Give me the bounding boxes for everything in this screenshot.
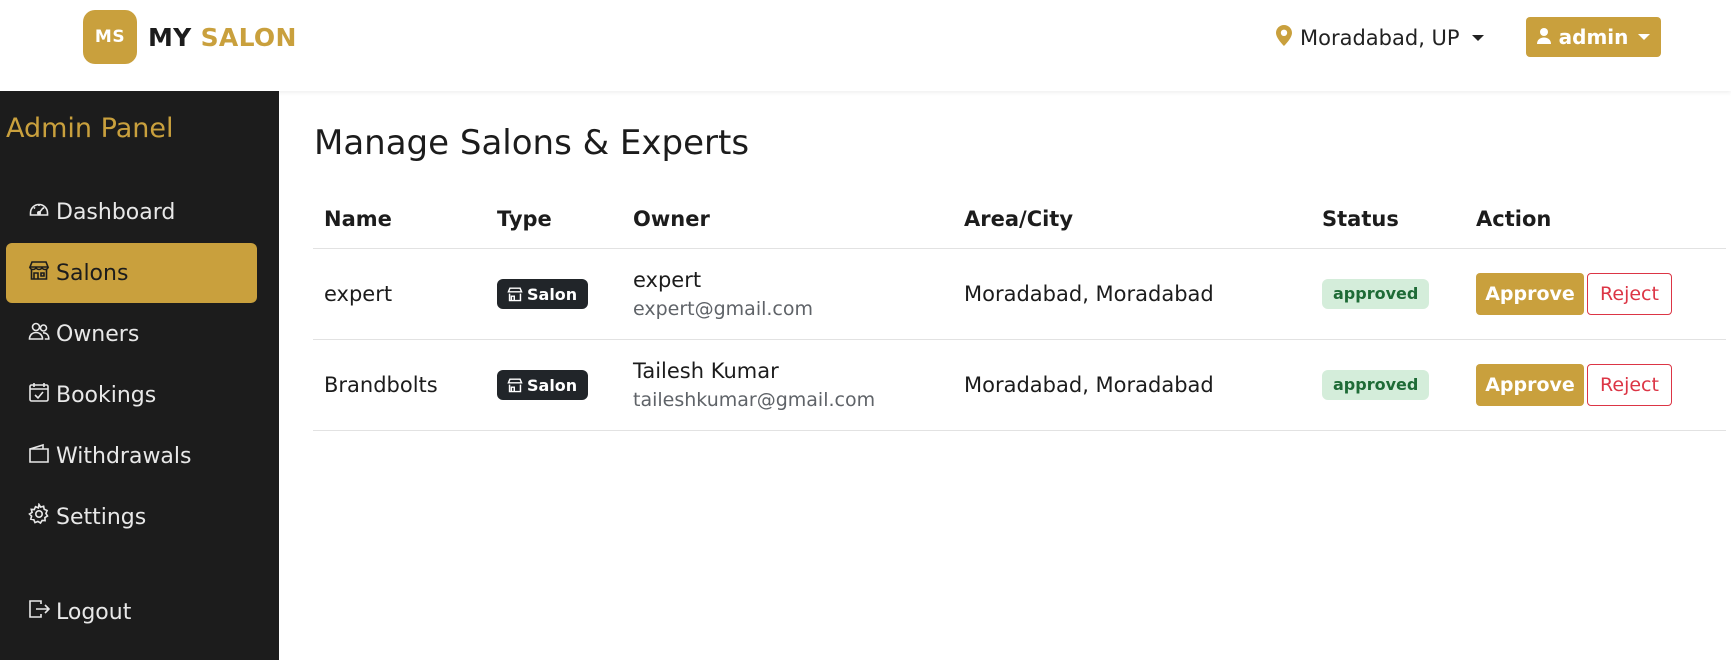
owner-cell: expert expert@gmail.com	[633, 268, 813, 320]
sidebar-item-label: Salons	[56, 260, 129, 286]
sidebar-item-logout[interactable]: Logout	[6, 582, 257, 642]
owner-email: expert@gmail.com	[633, 298, 813, 320]
reject-button[interactable]: Reject	[1587, 273, 1672, 315]
sidebar-item-label: Logout	[56, 599, 132, 625]
chevron-down-icon	[1638, 34, 1651, 40]
column-header: Type	[497, 207, 552, 231]
sidebar-item-label: Withdrawals	[56, 443, 192, 469]
approve-button[interactable]: Approve	[1476, 273, 1584, 315]
user-menu-button[interactable]: admin	[1526, 17, 1661, 57]
area-city: Moradabad, Moradabad	[964, 282, 1214, 306]
type-badge: Salon	[497, 279, 589, 309]
brand-name-part2: SALON	[200, 22, 297, 52]
salon-name: expert	[324, 282, 393, 306]
type-label: Salon	[527, 284, 578, 304]
approve-button[interactable]: Approve	[1476, 364, 1584, 406]
action-cell: Approve Reject	[1476, 273, 1672, 315]
sidebar-item-label: Settings	[56, 504, 147, 530]
sidebar-item-salons[interactable]: Salons	[6, 243, 257, 303]
area-city: Moradabad, Moradabad	[964, 373, 1214, 397]
main-content: Manage Salons & Experts Name Type Owner …	[279, 91, 1731, 660]
sidebar-item-label: Dashboard	[56, 199, 176, 225]
column-header: Status	[1322, 207, 1399, 231]
gear-icon	[28, 502, 56, 531]
owner-email: taileshkumar@gmail.com	[633, 389, 876, 411]
speedometer-icon	[28, 198, 56, 226]
brand-name-part1: MY	[148, 22, 192, 52]
wallet-icon	[28, 442, 56, 470]
brand-logo: MS	[83, 10, 137, 64]
salon-name: Brandbolts	[324, 373, 438, 397]
column-header: Action	[1476, 207, 1552, 231]
salons-table: Name Type Owner Area/City Status Action …	[313, 204, 1726, 431]
type-cell: Salon	[497, 279, 589, 309]
map-pin-icon	[1276, 25, 1300, 51]
people-icon	[28, 320, 56, 348]
sidebar-item-owners[interactable]: Owners	[6, 304, 257, 364]
column-header: Owner	[633, 207, 710, 231]
owner-cell: Tailesh Kumar taileshkumar@gmail.com	[633, 359, 875, 411]
type-cell: Salon	[497, 370, 589, 400]
chevron-down-icon	[1471, 35, 1484, 41]
owner-name: expert	[633, 268, 702, 292]
status-badge: approved	[1322, 370, 1430, 400]
calendar-check-icon	[28, 381, 56, 409]
location-dropdown[interactable]: Moradabad, UP	[1276, 22, 1484, 54]
sidebar-item-settings[interactable]: Settings	[6, 487, 257, 547]
type-label: Salon	[527, 375, 578, 395]
logout-icon	[28, 598, 56, 626]
sidebar-item-dashboard[interactable]: Dashboard	[6, 182, 257, 242]
sidebar: Admin Panel Dashboard Salons Owners Book…	[0, 91, 279, 660]
user-menu-label: admin	[1558, 25, 1629, 49]
reject-button[interactable]: Reject	[1587, 364, 1672, 406]
brand-name: MY SALON	[148, 23, 297, 52]
sidebar-item-withdrawals[interactable]: Withdrawals	[6, 426, 257, 486]
sidebar-item-bookings[interactable]: Bookings	[6, 365, 257, 425]
type-badge: Salon	[497, 370, 589, 400]
shop-icon	[507, 378, 523, 393]
sidebar-item-label: Owners	[56, 321, 140, 347]
status-badge: approved	[1322, 279, 1430, 309]
shop-icon	[507, 287, 523, 302]
owner-name: Tailesh Kumar	[633, 359, 779, 383]
column-header: Name	[324, 207, 392, 231]
table-header: Name Type Owner Area/City Status Action	[313, 204, 1726, 249]
sidebar-item-label: Bookings	[56, 382, 157, 408]
top-navbar: MS MY SALON Moradabad, UP admin	[0, 0, 1731, 91]
table-row: Brandbolts Salon Tailesh Kumar taileshku…	[313, 340, 1726, 431]
location-label: Moradabad, UP	[1300, 26, 1460, 50]
shop-icon	[28, 259, 56, 287]
page-title: Manage Salons & Experts	[314, 123, 750, 163]
column-header: Area/City	[964, 207, 1074, 231]
user-icon	[1536, 25, 1559, 49]
brand[interactable]: MS MY SALON	[83, 10, 297, 64]
status-cell: approved	[1322, 370, 1430, 400]
status-cell: approved	[1322, 279, 1430, 309]
sidebar-title: Admin Panel	[6, 113, 174, 144]
table-row: expert Salon expert expert@gmail.com Mor…	[313, 249, 1726, 340]
action-cell: Approve Reject	[1476, 364, 1672, 406]
